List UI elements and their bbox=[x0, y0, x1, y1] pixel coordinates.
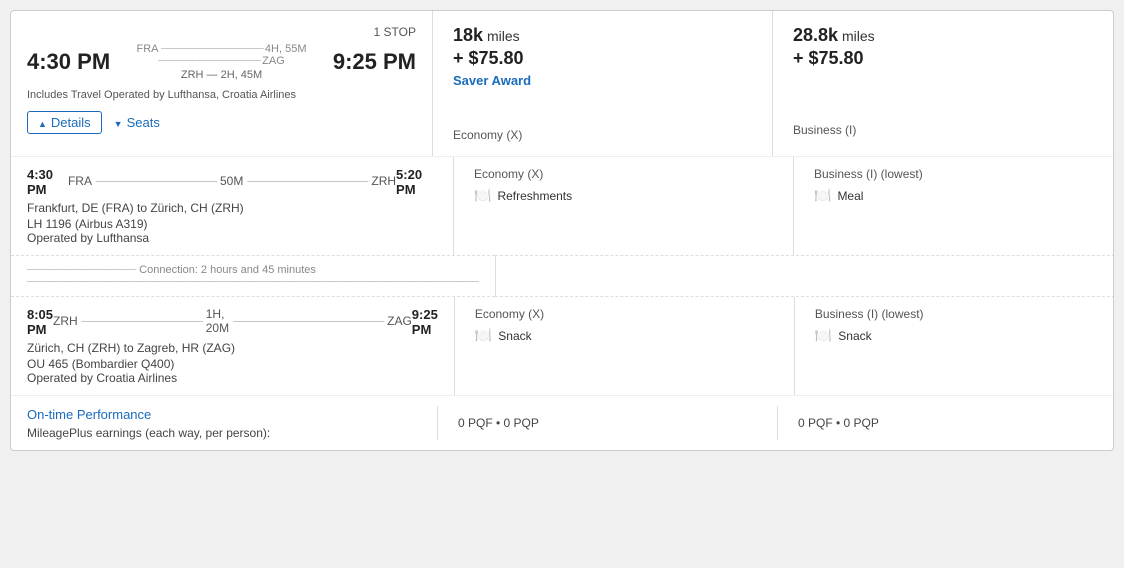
business-miles-line: 28.8k miles bbox=[793, 25, 1093, 46]
operated-by-text: Includes Travel Operated by Lufthansa, C… bbox=[27, 89, 416, 101]
segment2-row: 8:05 PM ZRH ──────────────── 1H, 20M ───… bbox=[11, 297, 1113, 395]
route-line: FRA ─────────────── 4H, 55M ────────────… bbox=[118, 43, 325, 81]
business-cash: + $75.80 bbox=[793, 48, 1093, 69]
connection-label: ────────────── Connection: 2 hours and 4… bbox=[11, 255, 495, 297]
seg1-depart-time: 4:30 PM bbox=[27, 167, 68, 197]
seg1-business-cabin: Business (I) (lowest) 🍽️ Meal bbox=[793, 157, 1113, 255]
segment1-left: 4:30 PM FRA ──────────────── 50M ───────… bbox=[11, 157, 453, 255]
meal-icon-2: 🍽️ bbox=[814, 187, 831, 204]
times-row: 4:30 PM FRA ─────────────── 4H, 55M ────… bbox=[27, 43, 416, 81]
economy-award-label: Saver Award bbox=[453, 73, 752, 88]
action-buttons: Details Seats bbox=[27, 111, 416, 134]
seg2-economy-cabin: Economy (X) 🍽️ Snack bbox=[454, 297, 794, 395]
seg2-economy-meal-label: Snack bbox=[498, 329, 531, 343]
seg2-depart-time: 8:05 PM bbox=[27, 307, 53, 337]
seg1-route-label: Frankfurt, DE (FRA) to Zürich, CH (ZRH) bbox=[27, 201, 437, 215]
seg1-economy-cabin: Economy (X) 🍽️ Refreshments bbox=[453, 157, 793, 255]
economy-miles: 18k bbox=[453, 25, 483, 45]
seg2-economy-label: Economy (X) bbox=[475, 307, 774, 321]
seats-link[interactable]: Seats bbox=[114, 115, 160, 130]
seg1-business-meal-label: Meal bbox=[837, 189, 863, 203]
on-time-link[interactable]: On-time Performance bbox=[27, 407, 151, 422]
flight-card: 1 STOP 4:30 PM FRA ─────────────── 4H, 5… bbox=[10, 10, 1114, 451]
seg1-operated: Operated by Lufthansa bbox=[27, 231, 437, 245]
seg1-business-label: Business (I) (lowest) bbox=[814, 167, 1093, 181]
economy-cash: + $75.80 bbox=[453, 48, 752, 69]
footer-row: On-time Performance MileagePlus earnings… bbox=[11, 395, 1113, 450]
connection-text: Connection: 2 hours and 45 minutes bbox=[139, 264, 316, 276]
economy-miles-label: miles bbox=[487, 28, 520, 44]
economy-cabin: Economy (X) bbox=[453, 128, 752, 142]
depart-time: 4:30 PM bbox=[27, 49, 110, 75]
business-miles-label: miles bbox=[842, 28, 875, 44]
segment2-header: 8:05 PM ZRH ──────────────── 1H, 20M ───… bbox=[27, 307, 438, 337]
seg2-business-cabin: Business (I) (lowest) 🍽️ Snack bbox=[794, 297, 1114, 395]
chevron-down-icon bbox=[114, 115, 123, 130]
seg1-flight-number: LH 1196 (Airbus A319) bbox=[27, 217, 437, 231]
economy-miles-line: 18k miles bbox=[453, 25, 752, 46]
business-miles: 28.8k bbox=[793, 25, 838, 45]
connection-row: ────────────── Connection: 2 hours and 4… bbox=[11, 255, 1113, 297]
seg2-route-label: Zürich, CH (ZRH) to Zagreb, HR (ZAG) bbox=[27, 341, 438, 355]
seg2-route: ZRH ──────────────── 1H, 20M ───────────… bbox=[53, 307, 412, 335]
segment1-row: 4:30 PM FRA ──────────────── 50M ───────… bbox=[11, 157, 1113, 255]
business-price-col: 28.8k miles + $75.80 Business (I) bbox=[773, 11, 1113, 156]
details-button[interactable]: Details bbox=[27, 111, 102, 134]
seg1-economy-label: Economy (X) bbox=[474, 167, 773, 181]
seg2-flight-number: OU 465 (Bombardier Q400) bbox=[27, 357, 438, 371]
meal-icon-3: 🍽️ bbox=[475, 327, 492, 344]
seg2-arrive-time: 9:25 PM bbox=[412, 307, 438, 337]
footer-economy-earnings: 0 PQF • 0 PQP bbox=[437, 406, 777, 440]
seg1-economy-meal-label: Refreshments bbox=[497, 189, 572, 203]
seg2-business-meal: 🍽️ Snack bbox=[815, 327, 1094, 344]
stop-label: 1 STOP bbox=[27, 25, 416, 39]
connection-right-spacer bbox=[495, 255, 1114, 297]
seg2-economy-meal: 🍽️ Snack bbox=[475, 327, 774, 344]
economy-price-col: 18k miles + $75.80 Saver Award Economy (… bbox=[433, 11, 773, 156]
flight-summary-row: 1 STOP 4:30 PM FRA ─────────────── 4H, 5… bbox=[11, 11, 1113, 157]
meal-icon-4: 🍽️ bbox=[815, 327, 832, 344]
arrive-time: 9:25 PM bbox=[333, 49, 416, 75]
earnings-label: MileagePlus earnings (each way, per pers… bbox=[27, 426, 437, 440]
origin-airport: FRA ─────────────── 4H, 55M ────────────… bbox=[118, 43, 325, 67]
seg2-business-label: Business (I) (lowest) bbox=[815, 307, 1094, 321]
meal-icon-1: 🍽️ bbox=[474, 187, 491, 204]
business-cabin: Business (I) bbox=[793, 123, 1093, 137]
chevron-up-icon bbox=[38, 115, 47, 130]
footer-business-earnings: 0 PQF • 0 PQP bbox=[777, 406, 1097, 440]
seg1-route: FRA ──────────────── 50M ───────────────… bbox=[68, 167, 396, 195]
business-earnings-value: 0 PQF • 0 PQP bbox=[798, 416, 879, 430]
connection-dashes2: ────────────────────────────────────────… bbox=[27, 276, 479, 288]
seg2-business-meal-label: Snack bbox=[838, 329, 871, 343]
footer-left: On-time Performance MileagePlus earnings… bbox=[27, 407, 437, 440]
seg1-economy-meal: 🍽️ Refreshments bbox=[474, 187, 773, 204]
connection-dashes1: ────────────── bbox=[27, 264, 136, 276]
segment2-left: 8:05 PM ZRH ──────────────── 1H, 20M ───… bbox=[11, 297, 454, 395]
seg1-business-meal: 🍽️ Meal bbox=[814, 187, 1093, 204]
segment1-header: 4:30 PM FRA ──────────────── 50M ───────… bbox=[27, 167, 437, 197]
economy-earnings-value: 0 PQF • 0 PQP bbox=[458, 416, 539, 430]
flight-summary-left: 1 STOP 4:30 PM FRA ─────────────── 4H, 5… bbox=[11, 11, 433, 156]
seg2-operated: Operated by Croatia Airlines bbox=[27, 371, 438, 385]
layover-detail: ZRH — 2H, 45M bbox=[118, 69, 325, 81]
seg1-arrive-time: 5:20 PM bbox=[396, 167, 437, 197]
